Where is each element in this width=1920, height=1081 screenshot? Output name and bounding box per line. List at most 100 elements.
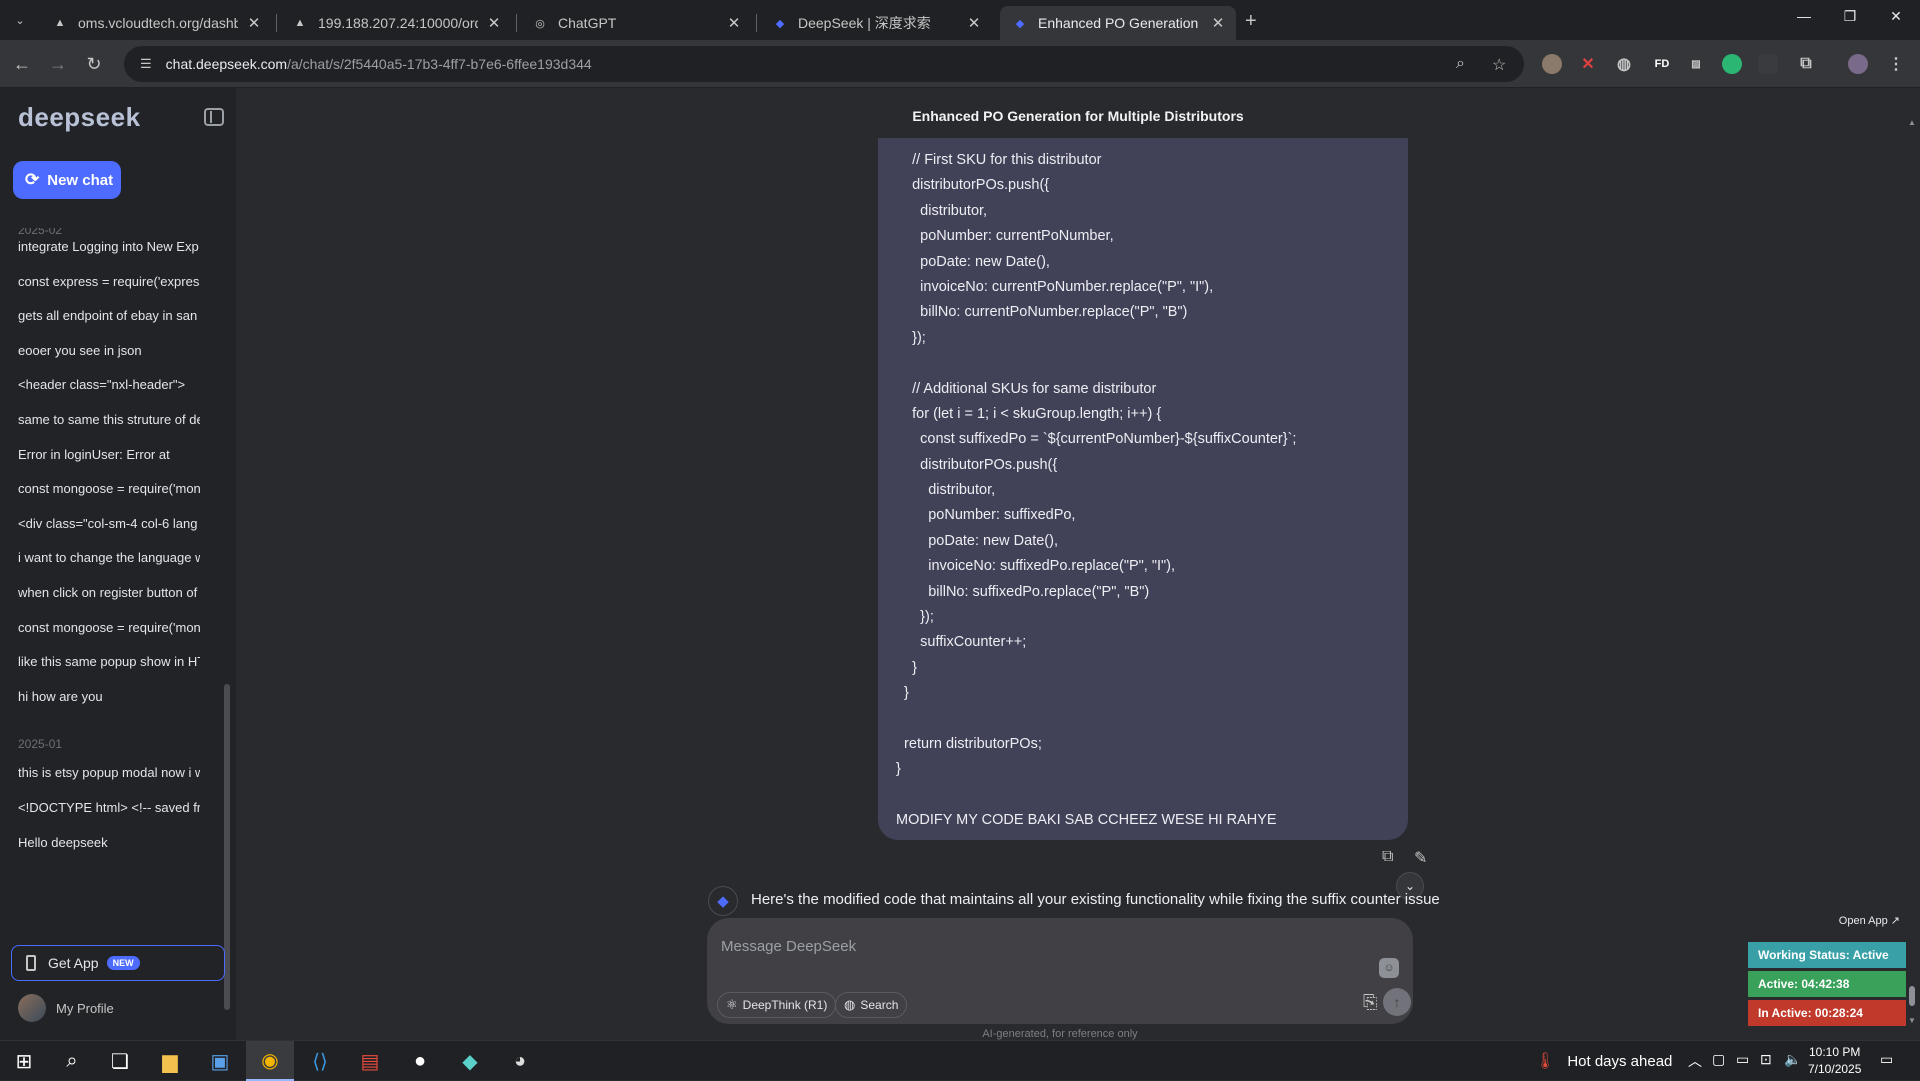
app-zm-icon[interactable]: ▤ xyxy=(346,1041,394,1081)
open-app-link[interactable]: Open App ↗ xyxy=(1839,914,1900,927)
history-item[interactable]: const mongoose = require('mon xyxy=(0,472,200,507)
history-item[interactable]: <!DOCTYPE html> <!-- saved fr xyxy=(0,791,200,826)
zoom-icon[interactable]: ⌕ xyxy=(1456,55,1465,73)
clock[interactable]: 10:10 PM 7/10/2025 xyxy=(1808,1044,1861,1078)
chrome-icon[interactable]: ◉ xyxy=(246,1041,294,1081)
history-item[interactable]: when click on register button of xyxy=(0,576,200,611)
extension-globe-icon[interactable]: ◍ xyxy=(1614,54,1634,74)
history-item[interactable]: Hello deepseek xyxy=(0,826,200,861)
deepthink-button[interactable]: ⚛ DeepThink (R1) xyxy=(717,992,837,1018)
forward-icon[interactable]: → xyxy=(46,52,70,76)
history-item[interactable]: gets all endpoint of ebay in san xyxy=(0,299,200,334)
tab-search-icon[interactable]: ⌄ xyxy=(8,9,32,31)
extension-fd-icon[interactable]: FD xyxy=(1650,54,1674,74)
tab-title: 199.188.207.24:10000/orders/6 xyxy=(318,15,478,31)
tray-chevron-icon[interactable]: ︿ xyxy=(1688,1051,1702,1071)
history-item[interactable]: eooer you see in json xyxy=(0,334,200,369)
site-info-icon[interactable]: ☰ xyxy=(140,56,152,72)
close-tab-icon[interactable]: ✕ xyxy=(966,14,982,32)
message-composer[interactable]: Message DeepSeek ☺ ⚛ DeepThink (R1) ◍ Se… xyxy=(707,918,1413,1024)
tab-deepseek[interactable]: ◆ DeepSeek | 深度求索 ✕ xyxy=(760,6,992,40)
scroll-thumb[interactable] xyxy=(1909,986,1915,1006)
close-tab-icon[interactable]: ✕ xyxy=(246,14,262,32)
deepseek-favicon-icon: ◆ xyxy=(775,17,785,30)
menu-kebab-icon[interactable]: ⋮ xyxy=(1886,54,1906,74)
phone-icon xyxy=(26,955,36,971)
history-item[interactable]: i want to change the language w xyxy=(0,541,200,576)
profile-avatar-icon[interactable] xyxy=(1848,54,1868,74)
network-icon[interactable]: ⊡ xyxy=(1760,1051,1772,1068)
chat-title: Enhanced PO Generation for Multiple Dist… xyxy=(912,108,1244,124)
history-item[interactable]: <header class="nxl-header"> xyxy=(0,368,200,403)
edit-icon[interactable]: ✎ xyxy=(1414,848,1427,868)
close-tab-icon[interactable]: ✕ xyxy=(1210,14,1226,32)
close-window-icon[interactable]: ✕ xyxy=(1884,8,1908,25)
extension-image-icon[interactable]: ▨ xyxy=(1686,54,1706,74)
history-item[interactable]: hi xyxy=(0,860,200,868)
history-item[interactable]: like this same popup show in HT xyxy=(0,645,200,680)
extension-green-icon[interactable] xyxy=(1722,54,1742,74)
file-explorer-icon[interactable]: ▆ xyxy=(146,1041,194,1081)
app-diamond-icon[interactable]: ◆ xyxy=(446,1041,494,1081)
tab-oms-dashboard[interactable]: ▲ oms.vcloudtech.org/dashboard ✕ xyxy=(40,6,272,40)
store-icon[interactable]: ▣ xyxy=(196,1041,244,1081)
volume-icon[interactable]: 🔈 xyxy=(1784,1051,1801,1068)
scroll-down-arrow-icon[interactable]: ▼ xyxy=(1908,1016,1916,1025)
history-item[interactable]: const express = require('express xyxy=(0,265,200,300)
back-icon[interactable]: ← xyxy=(10,52,34,76)
tab-title: Enhanced PO Generation for M xyxy=(1038,15,1202,31)
my-profile-button[interactable]: My Profile xyxy=(18,994,114,1022)
atom-icon: ⚛ xyxy=(726,997,738,1012)
bookmark-star-icon[interactable]: ☆ xyxy=(1492,55,1506,75)
reload-icon[interactable]: ↻ xyxy=(82,52,106,76)
minimize-icon[interactable]: — xyxy=(1792,8,1816,24)
battery-icon[interactable]: ▭ xyxy=(1736,1051,1749,1068)
history-item[interactable]: same to same this struture of de xyxy=(0,403,200,438)
robot-icon[interactable]: ☺ xyxy=(1379,958,1399,978)
time-tracker-widget: Open App ↗ Working Status: Active Active… xyxy=(1748,912,1906,1032)
history-item[interactable]: const mongoose = require('mon xyxy=(0,611,200,646)
extension-dark-icon[interactable] xyxy=(1758,54,1778,74)
app-avatar-icon[interactable]: ◕ xyxy=(496,1041,544,1081)
code-line: billNo: currentPoNumber.replace("P", "B"… xyxy=(896,304,1188,321)
copy-icon[interactable]: ⧉ xyxy=(1382,848,1393,866)
new-tab-icon[interactable]: + xyxy=(1245,10,1257,33)
main-scrollbar[interactable]: ▲ ▼ xyxy=(1908,118,1916,1028)
get-app-button[interactable]: Get App NEW xyxy=(11,945,225,981)
weather-widget[interactable]: 🌡 Hot days ahead xyxy=(1535,1051,1672,1071)
scroll-up-arrow-icon[interactable]: ▲ xyxy=(1908,118,1916,127)
search-button[interactable]: ◍ Search xyxy=(835,992,908,1018)
task-view-icon[interactable]: ❏ xyxy=(96,1041,144,1081)
history-item[interactable]: this is etsy popup modal now i w xyxy=(0,756,200,791)
notifications-icon[interactable]: ▭ xyxy=(1880,1051,1893,1068)
deepthink-label: DeepThink (R1) xyxy=(742,998,828,1012)
history-item[interactable]: Error in loginUser: Error at xyxy=(0,438,200,473)
extension-x-icon[interactable]: ✕ xyxy=(1578,54,1598,74)
history-item[interactable]: hi how are you xyxy=(0,680,200,715)
close-tab-icon[interactable]: ✕ xyxy=(726,14,742,32)
tab-strip: ⌄ ▲ oms.vcloudtech.org/dashboard ✕ ▲ 199… xyxy=(0,0,1920,40)
close-tab-icon[interactable]: ✕ xyxy=(486,14,502,32)
attach-icon[interactable]: ⎘ xyxy=(1363,992,1377,1013)
app-leaf-icon[interactable]: ● xyxy=(396,1041,444,1081)
code-line: poNumber: currentPoNumber, xyxy=(896,228,1114,245)
collapse-sidebar-icon[interactable] xyxy=(204,108,224,126)
restore-icon[interactable]: ❐ xyxy=(1838,8,1862,25)
address-bar[interactable]: ☰ chat.deepseek.com/a/chat/s/2f5440a5-17… xyxy=(124,46,1524,82)
extensions-puzzle-icon[interactable]: ⧉ xyxy=(1796,54,1816,74)
tab-orders[interactable]: ▲ 199.188.207.24:10000/orders/6 ✕ xyxy=(280,6,512,40)
vscode-icon[interactable]: ⟨⟩ xyxy=(296,1041,344,1081)
search-icon[interactable]: ⌕ xyxy=(48,1041,96,1081)
history-item[interactable]: integrate Logging into New Exp xyxy=(0,230,200,265)
send-button[interactable]: ↑ xyxy=(1383,988,1411,1016)
tab-enhanced-po[interactable]: ◆ Enhanced PO Generation for M ✕ xyxy=(1000,6,1236,40)
windows-start-icon[interactable]: ⊞ xyxy=(0,1041,48,1081)
new-chat-button[interactable]: ⟳ New chat xyxy=(13,161,121,199)
extension-avatar-icon[interactable] xyxy=(1542,54,1562,74)
tray-app-icon[interactable]: ▢ xyxy=(1712,1051,1725,1068)
message-input[interactable]: Message DeepSeek xyxy=(721,938,856,955)
new-chat-icon: ⟳ xyxy=(25,170,40,189)
history-item[interactable]: <div class="col-sm-4 col-6 lang xyxy=(0,507,200,542)
tab-chatgpt[interactable]: ◎ ChatGPT ✕ xyxy=(520,6,752,40)
